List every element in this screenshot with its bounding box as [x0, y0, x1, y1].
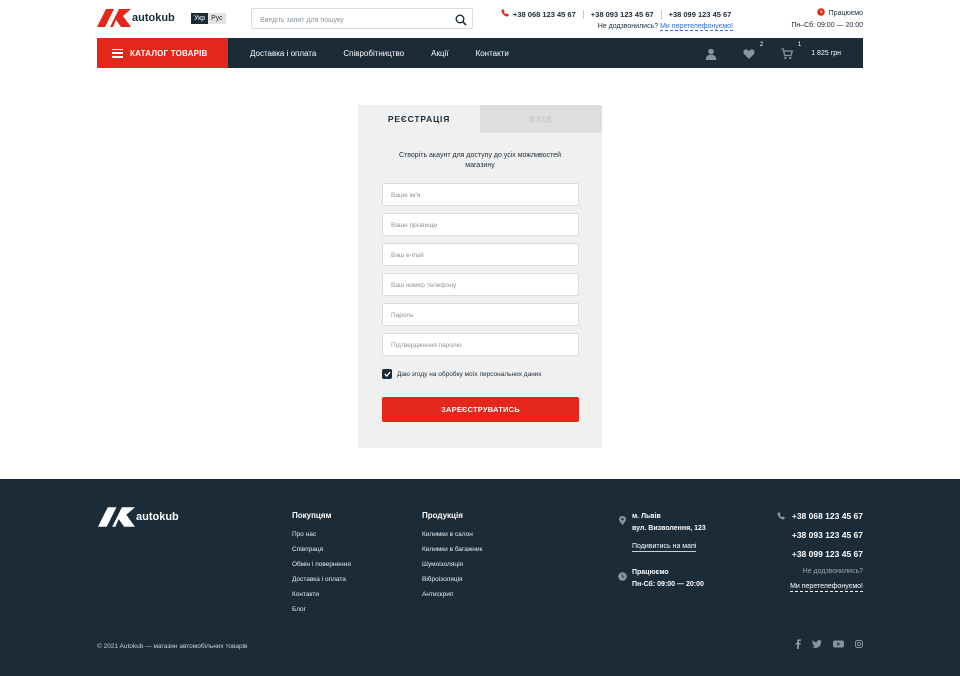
footer-link-returns[interactable]: Обмін і повернення: [292, 561, 351, 568]
cart-icon[interactable]: 1: [781, 42, 801, 60]
auth-card: РЕЄСТРАЦІЯ ВХІД Створіть акаунт для дост…: [358, 105, 602, 448]
consent-checkbox[interactable]: [382, 369, 392, 379]
footer-logo-mark-icon: [98, 507, 135, 527]
header-phone-3[interactable]: +38 099 123 45 67: [660, 9, 739, 19]
catalog-label: КАТАЛОГ ТОВАРІВ: [130, 48, 208, 58]
cart-sum: 1 825 грн: [811, 49, 841, 57]
phone-field[interactable]: [383, 275, 578, 296]
register-button[interactable]: ЗАРЕЄСТРУВАТИСЬ: [382, 397, 579, 422]
header-phone-1[interactable]: +38 068 123 45 67: [509, 10, 583, 19]
footer-city: м. Львів: [632, 513, 661, 520]
consent-label: Даю згоду на обробку моїх персональних д…: [397, 370, 542, 378]
footer-callback-link[interactable]: Ми перетелефонуємо!: [790, 583, 863, 592]
search-input[interactable]: [252, 11, 442, 30]
wishlist-count: 2: [759, 42, 764, 48]
phone-icon: [501, 9, 509, 19]
user-icon[interactable]: [705, 47, 717, 60]
lang-ukr[interactable]: Укр: [191, 13, 209, 24]
footer-phone-1[interactable]: +38 068 123 45 67: [792, 511, 863, 521]
email-field[interactable]: [383, 245, 578, 266]
footer-logo[interactable]: autokub: [98, 507, 179, 527]
auth-tabs: РЕЄСТРАЦІЯ ВХІД: [358, 105, 602, 133]
footer-products-title: Продукція: [422, 511, 463, 520]
footer-products-column: Продукція Килимки в салон Килимки в бага…: [422, 511, 482, 607]
footer-phone-2[interactable]: +38 093 123 45 67: [792, 530, 863, 540]
social-links: [784, 639, 863, 649]
work-status: Працюємо: [828, 9, 863, 17]
password-field[interactable]: [383, 305, 578, 326]
footer-buyers-title: Покупцям: [292, 511, 332, 520]
password-confirm-field[interactable]: [383, 335, 578, 356]
callback-question: Не додзвонились?: [597, 23, 659, 30]
footer-link-trunk-mats[interactable]: Килимки в багажник: [422, 546, 482, 553]
wishlist-icon[interactable]: 2: [743, 42, 763, 59]
last-name-field[interactable]: [383, 215, 578, 236]
footer-link-cabin-mats[interactable]: Килимки в салон: [422, 531, 473, 538]
clock-icon: [816, 8, 825, 18]
first-name-field[interactable]: [383, 185, 578, 206]
instagram-icon[interactable]: [855, 640, 863, 648]
twitter-icon[interactable]: [812, 640, 822, 648]
logo-text: autokub: [132, 12, 175, 24]
cart-count: 1: [797, 42, 802, 48]
footer-callback-question: Не додзвонились?: [802, 568, 863, 575]
footer-link-partnership[interactable]: Співпраця: [292, 546, 323, 553]
catalog-button[interactable]: КАТАЛОГ ТОВАРІВ: [97, 38, 228, 68]
footer-street: вул. Визволення, 123: [632, 525, 706, 532]
footer-clock-icon: [618, 568, 627, 581]
footer-phone-3[interactable]: +38 099 123 45 67: [792, 549, 863, 559]
footer-copyright: © 2021 Autokub — магазин автомобільних т…: [97, 643, 248, 650]
nav-user-actions: 2 1 1 825 грн: [679, 38, 863, 68]
site-footer: autokub Покупцям Про нас Співпраця Обмін…: [0, 479, 960, 676]
consent-row: Даю згоду на обробку моїх персональних д…: [382, 369, 542, 379]
logo-mark-icon: [97, 9, 131, 27]
nav-link-delivery[interactable]: Доставка і оплата: [250, 49, 316, 58]
work-hours: Пн–Сб: 09:00 — 20:00: [791, 22, 863, 29]
register-fields: [382, 183, 579, 363]
nav-link-cooperation[interactable]: Співробітництво: [343, 49, 404, 58]
header-phone-2[interactable]: +38 093 123 45 67: [582, 9, 661, 19]
footer-link-vibration-insulation[interactable]: Віброізоляція: [422, 576, 463, 583]
footer-link-contacts[interactable]: Контакти: [292, 591, 319, 598]
footer-map-link[interactable]: Подивитись на мапі: [632, 543, 697, 552]
location-pin-icon: [618, 512, 627, 525]
footer-buyers-column: Покупцям Про нас Співпраця Обмін і повер…: [292, 511, 351, 622]
nav-link-promotions[interactable]: Акції: [431, 49, 448, 58]
footer-work-hours: Пн-Сб: 09:00 — 20:00: [632, 581, 704, 588]
search-icon[interactable]: [455, 13, 467, 26]
footer-work-status: Працюємо: [632, 569, 669, 576]
header-work-hours: Працюємо Пн–Сб: 09:00 — 20:00: [791, 8, 863, 29]
footer-link-noise-insulation[interactable]: Шумоізоляція: [422, 561, 463, 568]
footer-link-blog[interactable]: Блог: [292, 606, 306, 613]
site-logo[interactable]: autokub: [97, 9, 175, 27]
main-nav: КАТАЛОГ ТОВАРІВ Доставка і оплата Співро…: [97, 38, 863, 68]
footer-address-block: м. Львів вул. Визволення, 123 Подивитись…: [618, 511, 728, 591]
footer-link-anti-squeak[interactable]: Антискрип: [422, 591, 453, 598]
register-intro: Створіть акаунт для доступу до усіх можл…: [399, 152, 561, 169]
footer-phones: +38 068 123 45 67 +38 093 123 45 67 +38 …: [777, 511, 863, 593]
youtube-icon[interactable]: [833, 640, 844, 648]
nav-link-contacts[interactable]: Контакти: [476, 49, 509, 58]
header-phones: +38 068 123 45 67 +38 093 123 45 67 +38 …: [501, 9, 741, 31]
check-icon: [383, 371, 391, 377]
callback-link[interactable]: Ми перетелефонуємо!: [660, 23, 733, 31]
top-header: autokub Укр Рус +38 068 123 45 67 +38 09…: [97, 0, 863, 38]
menu-icon: [112, 48, 123, 58]
lang-rus[interactable]: Рус: [208, 13, 226, 24]
search-box: [251, 8, 473, 30]
facebook-icon[interactable]: [795, 639, 801, 649]
tab-login[interactable]: ВХІД: [480, 105, 602, 133]
nav-links: Доставка і оплата Співробітництво Акції …: [250, 49, 536, 58]
language-switcher: Укр Рус: [191, 13, 226, 24]
footer-link-about[interactable]: Про нас: [292, 531, 316, 538]
footer-phone-icon: [777, 512, 785, 520]
header-callback: Не додзвонились? Ми перетелефонуємо!: [501, 23, 733, 31]
footer-logo-text: autokub: [136, 511, 179, 523]
footer-link-delivery[interactable]: Доставка і оплата: [292, 576, 346, 583]
tab-register[interactable]: РЕЄСТРАЦІЯ: [358, 105, 480, 133]
